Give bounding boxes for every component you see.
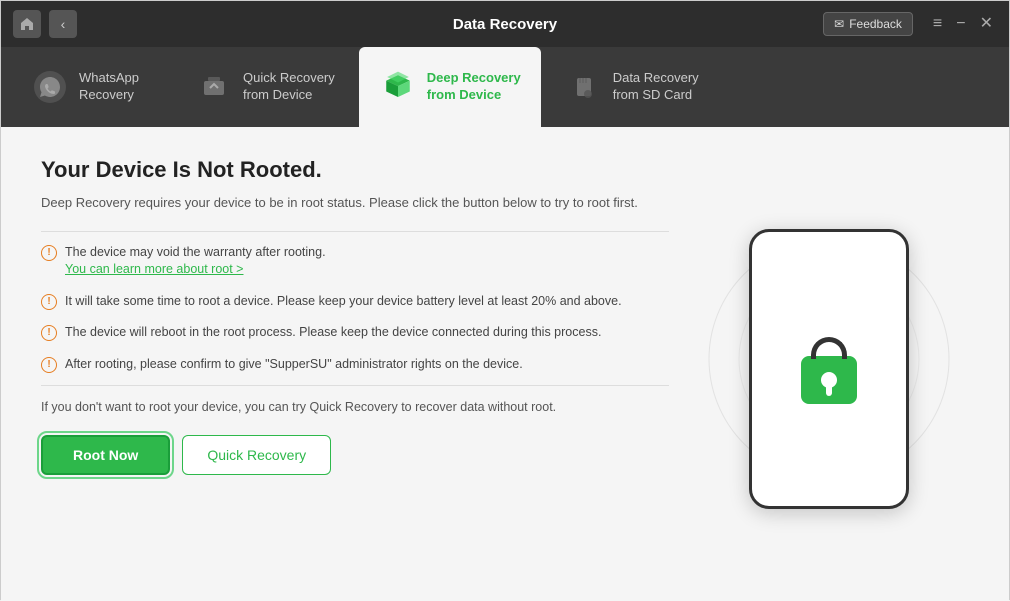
warning-list: ! The device may void the warranty after… [41,244,669,374]
page-heading: Your Device Is Not Rooted. [41,157,669,183]
lock-body [801,356,857,404]
left-panel: Your Device Is Not Rooted. Deep Recovery… [41,157,669,581]
sdcard-icon [565,68,603,106]
main-content: Your Device Is Not Rooted. Deep Recovery… [1,127,1009,601]
menu-button[interactable]: ≡ [929,14,946,34]
tab-whatsapp[interactable]: WhatsAppRecovery [11,47,171,127]
lock-keyhole [821,372,837,388]
warning-icon-3: ! [41,325,57,341]
root-learn-more-link[interactable]: You can learn more about root > [65,262,243,276]
close-button[interactable]: ✕ [976,14,997,34]
divider-top [41,231,669,232]
warning-text-1: The device may void the warranty after r… [65,244,326,279]
feedback-button[interactable]: ✉ Feedback [823,12,913,36]
tab-quick[interactable]: Quick Recoveryfrom Device [175,47,355,127]
lock-shackle [811,337,847,359]
divider-bottom [41,385,669,386]
warning-text-3: The device will reboot in the root proce… [65,324,601,342]
warning-icon-4: ! [41,357,57,373]
right-panel [689,157,969,581]
footer-text: If you don't want to root your device, y… [41,398,669,417]
deep-recovery-icon [379,68,417,106]
window-controls: ≡ − ✕ [929,14,997,34]
back-button[interactable]: ‹ [49,10,77,38]
root-now-button[interactable]: Root Now [41,435,170,475]
mail-icon: ✉ [834,17,844,31]
minimize-button[interactable]: − [952,14,969,34]
warning-item-1: ! The device may void the warranty after… [41,244,669,279]
home-button[interactable] [13,10,41,38]
tab-deep-label: Deep Recoveryfrom Device [427,70,521,104]
navigation-tabs: WhatsAppRecovery Quick Recoveryfrom Devi… [1,47,1009,127]
warning-text-4: After rooting, please confirm to give "S… [65,356,523,374]
warning-item-3: ! The device will reboot in the root pro… [41,324,669,342]
chevron-left-icon: ‹ [61,16,66,32]
warning-item-2: ! It will take some time to root a devic… [41,293,669,311]
tab-quick-label: Quick Recoveryfrom Device [243,70,335,104]
whatsapp-icon [31,68,69,106]
tab-sdcard[interactable]: Data Recoveryfrom SD Card [545,47,719,127]
button-row: Root Now Quick Recovery [41,435,669,475]
tab-deep[interactable]: Deep Recoveryfrom Device [359,47,541,127]
lock-illustration [801,334,857,404]
warning-item-4: ! After rooting, please confirm to give … [41,356,669,374]
titlebar-right: ✉ Feedback ≡ − ✕ [823,12,997,36]
titlebar: ‹ Data Recovery ✉ Feedback ≡ − ✕ [1,1,1009,47]
app-title: Data Recovery [453,16,557,33]
warning-text-2: It will take some time to root a device.… [65,293,622,311]
tab-whatsapp-label: WhatsAppRecovery [79,70,139,104]
titlebar-left: ‹ [13,10,77,38]
phone-frame [749,229,909,509]
warning-icon-2: ! [41,294,57,310]
page-description: Deep Recovery requires your device to be… [41,193,669,213]
warning-icon-1: ! [41,245,57,261]
quick-recovery-button[interactable]: Quick Recovery [182,435,331,475]
phone-illustration [729,209,929,529]
tab-sdcard-label: Data Recoveryfrom SD Card [613,70,699,104]
quick-recovery-icon [195,68,233,106]
